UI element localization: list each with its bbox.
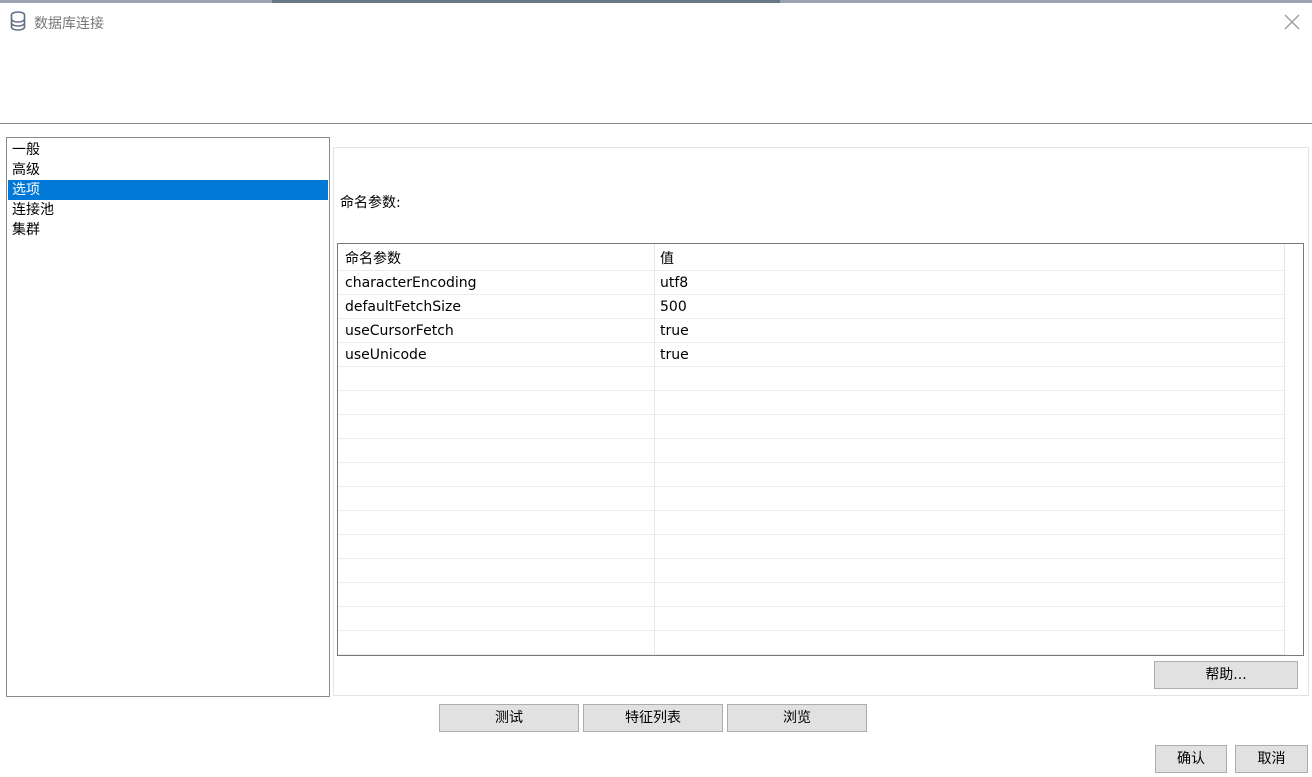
empty-table-row[interactable] <box>338 607 1284 631</box>
nav-item-cluster[interactable]: 集群 <box>8 220 328 240</box>
param-value-cell[interactable]: 500 <box>660 295 687 319</box>
param-name-cell[interactable]: characterEncoding <box>345 271 477 295</box>
feature-list-button[interactable]: 特征列表 <box>583 704 723 732</box>
empty-table-row[interactable] <box>338 559 1284 583</box>
nav-item-general[interactable]: 一般 <box>8 140 328 160</box>
param-name-cell[interactable]: defaultFetchSize <box>345 295 461 319</box>
empty-table-row[interactable] <box>338 583 1284 607</box>
header-separator <box>0 123 1312 124</box>
empty-table-row[interactable] <box>338 463 1284 487</box>
named-parameters-label: 命名参数: <box>340 195 401 211</box>
param-name-cell[interactable]: useCursorFetch <box>345 319 454 343</box>
table-row[interactable]: characterEncoding utf8 <box>338 271 1284 295</box>
test-button[interactable]: 测试 <box>439 704 579 732</box>
dialog-title-bar: 数据库连接 <box>0 3 1312 39</box>
named-parameters-table[interactable]: 命名参数值 characterEncoding utf8 defaultFetchSi… <box>337 243 1304 656</box>
header-value: 值 <box>660 251 674 267</box>
empty-table-row[interactable] <box>338 535 1284 559</box>
cancel-button[interactable]: 取消 <box>1235 745 1308 773</box>
empty-table-row[interactable] <box>338 631 1284 655</box>
nav-item-options[interactable]: 选项 <box>8 180 328 200</box>
param-value-cell[interactable]: true <box>660 319 689 343</box>
param-name-cell[interactable]: useUnicode <box>345 343 427 367</box>
nav-item-advanced[interactable]: 高级 <box>8 160 328 180</box>
category-list[interactable]: 一般 高级 选项 连接池 集群 <box>6 137 330 697</box>
table-row[interactable]: useCursorFetch true <box>338 319 1284 343</box>
param-value-cell[interactable]: true <box>660 343 689 367</box>
empty-table-row[interactable] <box>338 511 1284 535</box>
dialog-title: 数据库连接 <box>34 16 104 32</box>
table-row[interactable]: useUnicode true <box>338 343 1284 367</box>
database-icon <box>10 11 26 31</box>
header-name: 命名参数 <box>345 251 401 267</box>
nav-item-connection-pool[interactable]: 连接池 <box>8 200 328 220</box>
empty-table-row[interactable] <box>338 439 1284 463</box>
param-value-cell[interactable]: utf8 <box>660 271 688 295</box>
close-icon[interactable] <box>1280 10 1304 34</box>
table-scroll-edge <box>1284 244 1285 655</box>
browse-button[interactable]: 浏览 <box>727 704 867 732</box>
ok-button[interactable]: 确认 <box>1155 745 1227 773</box>
empty-table-row[interactable] <box>338 487 1284 511</box>
empty-table-row[interactable] <box>338 391 1284 415</box>
empty-table-row[interactable] <box>338 367 1284 391</box>
table-row[interactable]: defaultFetchSize 500 <box>338 295 1284 319</box>
table-header-row: 命名参数 值 <box>338 247 1284 271</box>
help-button[interactable]: 帮助... <box>1154 661 1298 689</box>
empty-table-row[interactable] <box>338 415 1284 439</box>
